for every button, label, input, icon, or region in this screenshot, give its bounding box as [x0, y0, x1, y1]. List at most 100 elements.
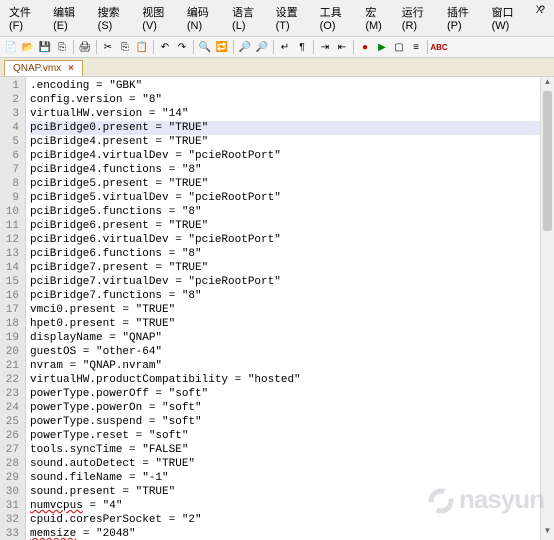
menubar: 文件(F) 编辑(E) 搜索(S) 视图(V) 编码(N) 语言(L) 设置(T…: [0, 0, 554, 37]
tab-file[interactable]: QNAP.vmx ×: [4, 60, 83, 76]
code-line[interactable]: pciBridge7.present = "TRUE": [30, 261, 550, 275]
menu-encoding[interactable]: 编码(N): [182, 2, 225, 34]
code-line[interactable]: guestOS = "other-64": [30, 345, 550, 359]
editor: 1234567891011121314151617181920212223242…: [0, 77, 554, 540]
line-number: 22: [4, 373, 19, 387]
zoom-out-icon[interactable]: 🔎: [254, 39, 270, 55]
code-line[interactable]: nvram = "QNAP.nvram": [30, 359, 550, 373]
code-line[interactable]: cpuid.coresPerSocket = "2": [30, 513, 550, 527]
line-number: 23: [4, 387, 19, 401]
code-line[interactable]: pciBridge6.present = "TRUE": [30, 219, 550, 233]
code-line[interactable]: pciBridge4.functions = "8": [30, 163, 550, 177]
line-number: 27: [4, 443, 19, 457]
code-line[interactable]: numvcpus = "4": [30, 499, 550, 513]
line-number: 15: [4, 275, 19, 289]
cut-icon[interactable]: ✂: [100, 39, 116, 55]
code-line[interactable]: pciBridge5.present = "TRUE": [30, 177, 550, 191]
line-number: 3: [4, 107, 19, 121]
scroll-up-icon[interactable]: ▲: [541, 77, 554, 91]
find-icon[interactable]: 🔍: [197, 39, 213, 55]
code-line[interactable]: config.version = "8": [30, 93, 550, 107]
code-line[interactable]: pciBridge5.functions = "8": [30, 205, 550, 219]
code-line[interactable]: virtualHW.productCompatibility = "hosted…: [30, 373, 550, 387]
line-number: 19: [4, 331, 19, 345]
line-number: 29: [4, 471, 19, 485]
vertical-scrollbar[interactable]: ▲ ▼: [540, 77, 554, 540]
record-icon[interactable]: ●: [357, 39, 373, 55]
show-all-icon[interactable]: ¶: [294, 39, 310, 55]
code-line[interactable]: sound.autoDetect = "TRUE": [30, 457, 550, 471]
toolbar-separator: [353, 40, 354, 54]
code-line[interactable]: powerType.reset = "soft": [30, 429, 550, 443]
line-number: 5: [4, 135, 19, 149]
code-line[interactable]: powerType.powerOff = "soft": [30, 387, 550, 401]
code-line[interactable]: vmci0.present = "TRUE": [30, 303, 550, 317]
print-icon[interactable]: 🖨: [77, 39, 93, 55]
line-number: 20: [4, 345, 19, 359]
code-line[interactable]: powerType.suspend = "soft": [30, 415, 550, 429]
menu-plugins[interactable]: 插件(P): [442, 2, 485, 34]
paste-icon[interactable]: 📋: [134, 39, 150, 55]
code-line[interactable]: pciBridge6.virtualDev = "pcieRootPort": [30, 233, 550, 247]
code-line[interactable]: virtualHW.version = "14": [30, 107, 550, 121]
code-line[interactable]: pciBridge0.present = "TRUE": [30, 121, 550, 135]
open-file-icon[interactable]: 📂: [20, 39, 36, 55]
replace-icon[interactable]: 🔁: [214, 39, 230, 55]
line-number: 9: [4, 191, 19, 205]
line-number: 26: [4, 429, 19, 443]
spellcheck-icon[interactable]: ABC: [431, 39, 447, 55]
menu-language[interactable]: 语言(L): [227, 2, 269, 34]
toolbar-separator: [427, 40, 428, 54]
new-file-icon[interactable]: 📄: [3, 39, 19, 55]
outdent-icon[interactable]: ⇤: [334, 39, 350, 55]
redo-icon[interactable]: ↷: [174, 39, 190, 55]
menu-view[interactable]: 视图(V): [137, 2, 180, 34]
line-number: 16: [4, 289, 19, 303]
line-number: 30: [4, 485, 19, 499]
menu-search[interactable]: 搜索(S): [93, 2, 136, 34]
line-number: 12: [4, 233, 19, 247]
toolbar-separator: [233, 40, 234, 54]
tab-label: QNAP.vmx: [13, 63, 61, 74]
code-line[interactable]: sound.present = "TRUE": [30, 485, 550, 499]
copy-icon[interactable]: ⎘: [117, 39, 133, 55]
playlist-icon[interactable]: ≡: [408, 39, 424, 55]
code-line[interactable]: .encoding = "GBK": [30, 79, 550, 93]
tab-close-icon[interactable]: ×: [68, 63, 74, 74]
code-line[interactable]: pciBridge7.functions = "8": [30, 289, 550, 303]
code-area[interactable]: .encoding = "GBK"config.version = "8"vir…: [26, 77, 554, 540]
indent-icon[interactable]: ⇥: [317, 39, 333, 55]
scrollbar-thumb[interactable]: [543, 91, 552, 231]
line-number: 25: [4, 415, 19, 429]
undo-icon[interactable]: ↶: [157, 39, 173, 55]
code-line[interactable]: pciBridge5.virtualDev = "pcieRootPort": [30, 191, 550, 205]
toolbar-separator: [273, 40, 274, 54]
menu-run[interactable]: 运行(R): [397, 2, 440, 34]
code-line[interactable]: sound.fileName = "-1": [30, 471, 550, 485]
code-line[interactable]: pciBridge6.functions = "8": [30, 247, 550, 261]
stop-icon[interactable]: ▢: [391, 39, 407, 55]
zoom-in-icon[interactable]: 🔎: [237, 39, 253, 55]
line-number: 10: [4, 205, 19, 219]
menu-file[interactable]: 文件(F): [4, 2, 46, 34]
code-line[interactable]: displayName = "QNAP": [30, 331, 550, 345]
menu-edit[interactable]: 编辑(E): [48, 2, 91, 34]
code-line[interactable]: hpet0.present = "TRUE": [30, 317, 550, 331]
menu-settings[interactable]: 设置(T): [271, 2, 313, 34]
save-icon[interactable]: 💾: [37, 39, 53, 55]
code-line[interactable]: memsize = "2048": [30, 527, 550, 540]
wrap-icon[interactable]: ↵: [277, 39, 293, 55]
code-line[interactable]: pciBridge4.virtualDev = "pcieRootPort": [30, 149, 550, 163]
code-line[interactable]: pciBridge4.present = "TRUE": [30, 135, 550, 149]
menu-window[interactable]: 窗口(W): [487, 2, 532, 34]
window-close-button[interactable]: X: [531, 2, 548, 18]
line-number: 7: [4, 163, 19, 177]
scroll-down-icon[interactable]: ▼: [541, 526, 554, 540]
save-all-icon[interactable]: ⎘: [54, 39, 70, 55]
menu-macro[interactable]: 宏(M): [360, 2, 394, 34]
code-line[interactable]: powerType.powerOn = "soft": [30, 401, 550, 415]
code-line[interactable]: tools.syncTime = "FALSE": [30, 443, 550, 457]
code-line[interactable]: pciBridge7.virtualDev = "pcieRootPort": [30, 275, 550, 289]
menu-tools[interactable]: 工具(O): [315, 2, 359, 34]
play-icon[interactable]: ▶: [374, 39, 390, 55]
